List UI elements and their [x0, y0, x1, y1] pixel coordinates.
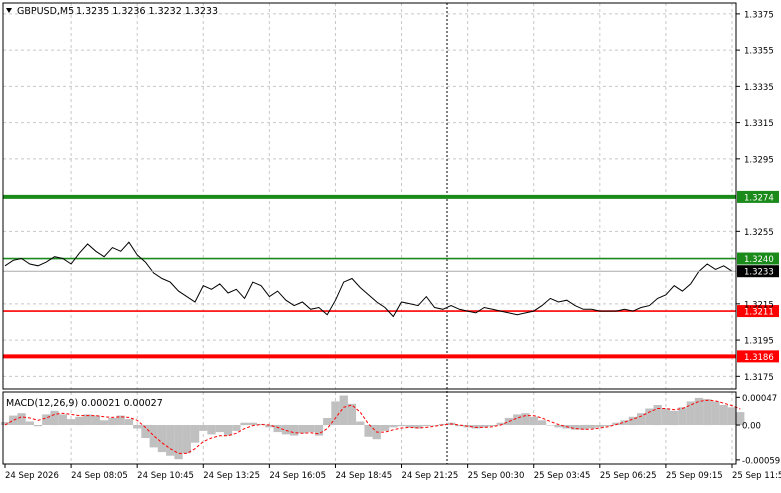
macd-histogram-bar	[389, 425, 398, 428]
macd-histogram-bar	[529, 416, 538, 426]
macd-histogram-bar	[199, 425, 208, 431]
trading-chart-window[interactable]: 1.3274 1.3240 1.3211 1.3186 1.3233 1.3375 1.…	[0, 0, 781, 489]
macd-histogram-bar	[661, 408, 671, 425]
y-tick-label: 1.3355	[744, 47, 774, 57]
macd-histogram-bar	[157, 425, 167, 453]
macd-histogram-bar	[380, 425, 390, 431]
current-price-label: 1.3233	[744, 268, 774, 278]
y-tick-label: 1.3315	[744, 119, 774, 129]
macd-histogram-bar	[471, 425, 481, 429]
macd-histogram-bar	[67, 419, 76, 425]
macd-histogram-bar	[100, 420, 109, 425]
macd-histogram-bar	[727, 407, 737, 425]
macd-histogram-bar	[645, 408, 654, 425]
macd-histogram-bar	[356, 421, 365, 425]
macd-histogram-bar	[422, 425, 431, 427]
level-price-label: 1.3274	[744, 193, 774, 203]
macd-histogram-bar	[75, 416, 84, 426]
macd-histogram-bar	[108, 418, 117, 426]
macd-histogram-bar	[42, 414, 51, 425]
macd-histogram-bar	[290, 425, 299, 436]
x-tick-label: 25 Sep 06:25	[600, 471, 657, 481]
x-tick-label: 25 Sep 00:30	[468, 471, 525, 481]
level-price-label: 1.3186	[744, 353, 774, 363]
x-tick-label: 24 Sep 2026	[5, 471, 59, 481]
chart-header: GBPUSD,M5 1.3235 1.3236 1.3232 1.3233	[6, 6, 218, 17]
macd-histogram-bar	[711, 401, 720, 425]
x-tick-label: 24 Sep 18:45	[335, 471, 392, 481]
macd-histogram-bar	[17, 413, 26, 425]
macd-histogram-bar	[25, 421, 34, 425]
macd-histogram-bar	[133, 425, 142, 429]
y-tick-label: 1.3255	[744, 228, 774, 238]
macd-histogram-bar	[670, 410, 679, 426]
x-tick-label: 24 Sep 16:05	[269, 471, 326, 481]
y-tick-label: 1.3175	[744, 373, 774, 383]
y-tick-label: 1.3335	[744, 83, 774, 93]
macd-histogram-bar	[223, 425, 233, 436]
macd-histogram-bar	[587, 425, 596, 429]
macd-histogram-bar	[521, 413, 530, 425]
x-tick-label: 25 Sep 11:55	[732, 471, 781, 481]
chart-canvas[interactable]: 1.32741.32401.32111.3186 1.3233 1.33751.…	[0, 0, 781, 489]
x-tick-label: 25 Sep 03:45	[534, 471, 591, 481]
macd-histogram-bar	[546, 425, 555, 426]
macd-histogram-bar	[174, 425, 183, 460]
macd-histogram-bar	[504, 418, 514, 426]
x-tick-label: 24 Sep 08:05	[71, 471, 128, 481]
macd-histogram-bar	[149, 425, 158, 448]
y-tick-label: 1.3295	[744, 155, 774, 165]
macd-histogram-bar	[323, 418, 332, 426]
macd-histogram-bar	[91, 415, 100, 425]
macd-histogram-bar	[9, 415, 18, 425]
macd-histogram-bar	[273, 425, 282, 433]
symbol-label: GBPUSD,M5	[17, 6, 74, 17]
macd-histogram-bar	[314, 425, 324, 436]
macd-histogram-bar	[182, 425, 191, 454]
macd-histogram-bar	[306, 425, 315, 433]
y-tick-label: 1.3375	[744, 10, 774, 20]
macd-histogram-bar	[124, 419, 134, 425]
macd-histogram-bar	[240, 422, 249, 426]
macd-histogram-bar	[248, 422, 257, 426]
macd-histogram-bar	[166, 425, 175, 456]
y-tick-label: 1.3195	[744, 337, 774, 347]
macd-histogram-bar	[50, 410, 59, 426]
macd-histogram-bar	[207, 425, 216, 435]
macd-histogram-bar	[33, 425, 43, 427]
macd-histogram-bar	[364, 425, 373, 437]
macd-histogram-bar	[719, 405, 728, 426]
level-price-label: 1.3240	[744, 255, 774, 265]
macd-histogram-bar	[537, 420, 547, 425]
y-tick-label: 1.3215	[744, 300, 774, 310]
macd-y-tick-label: -0.00059	[742, 456, 780, 466]
macd-histogram-bar	[58, 414, 67, 425]
macd-histogram-bar	[232, 425, 241, 431]
x-tick-label: 24 Sep 13:25	[203, 471, 260, 481]
macd-label: MACD(12,26,9) 0.00021 0.00027	[6, 398, 163, 409]
macd-histogram-bar	[694, 397, 704, 425]
macd-histogram-bar	[215, 425, 224, 433]
ohlc-values: 1.3235 1.3236 1.3232 1.3233	[76, 6, 218, 17]
macd-histogram-bar	[678, 407, 687, 425]
x-tick-label: 25 Sep 09:15	[666, 471, 723, 481]
x-tick-label: 24 Sep 10:45	[137, 471, 194, 481]
macd-y-tick-label: 0.00047	[742, 394, 777, 404]
macd-histogram-bar	[686, 401, 695, 425]
macd-histogram-bar	[703, 399, 712, 426]
macd-y-tick-label: 0.00	[742, 422, 761, 432]
macd-histogram-bar	[298, 425, 307, 434]
macd-histogram-bar	[397, 425, 406, 427]
macd-histogram-bar	[595, 425, 604, 428]
macd-histogram-bar	[190, 425, 200, 443]
x-tick-label: 24 Sep 21:25	[402, 471, 459, 481]
macd-histogram-bar	[405, 425, 414, 428]
